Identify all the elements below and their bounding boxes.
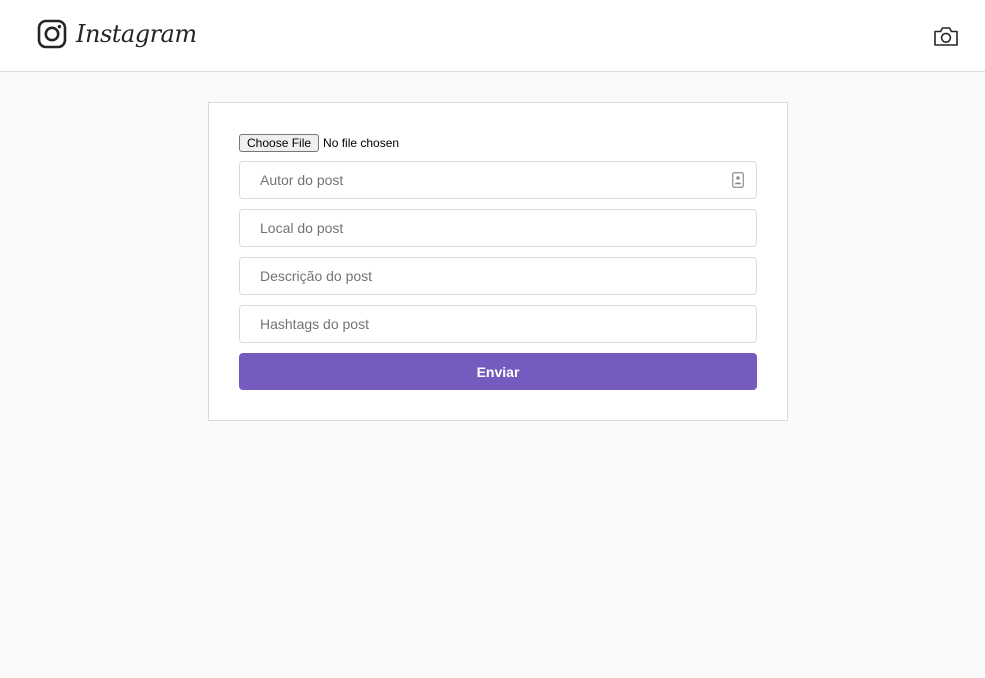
new-post-card: Choose File No file chosen Enviar [208, 102, 788, 421]
file-status-text: No file chosen [323, 136, 400, 150]
hashtags-input[interactable] [239, 305, 757, 343]
choose-file-button[interactable]: Choose File [239, 134, 320, 152]
instagram-glyph-icon [37, 19, 67, 49]
camera-icon [934, 27, 958, 46]
top-navbar: Instagram [0, 0, 985, 72]
location-input[interactable] [239, 209, 757, 247]
author-input[interactable] [239, 161, 757, 199]
contact-card-icon[interactable] [732, 172, 744, 188]
brand-logo[interactable]: Instagram [37, 17, 197, 51]
brand-wordmark: Instagram [76, 20, 197, 48]
submit-button[interactable]: Enviar [239, 353, 757, 390]
file-picker: Choose File No file chosen [239, 134, 399, 152]
camera-button[interactable] [933, 24, 959, 48]
description-input[interactable] [239, 257, 757, 295]
